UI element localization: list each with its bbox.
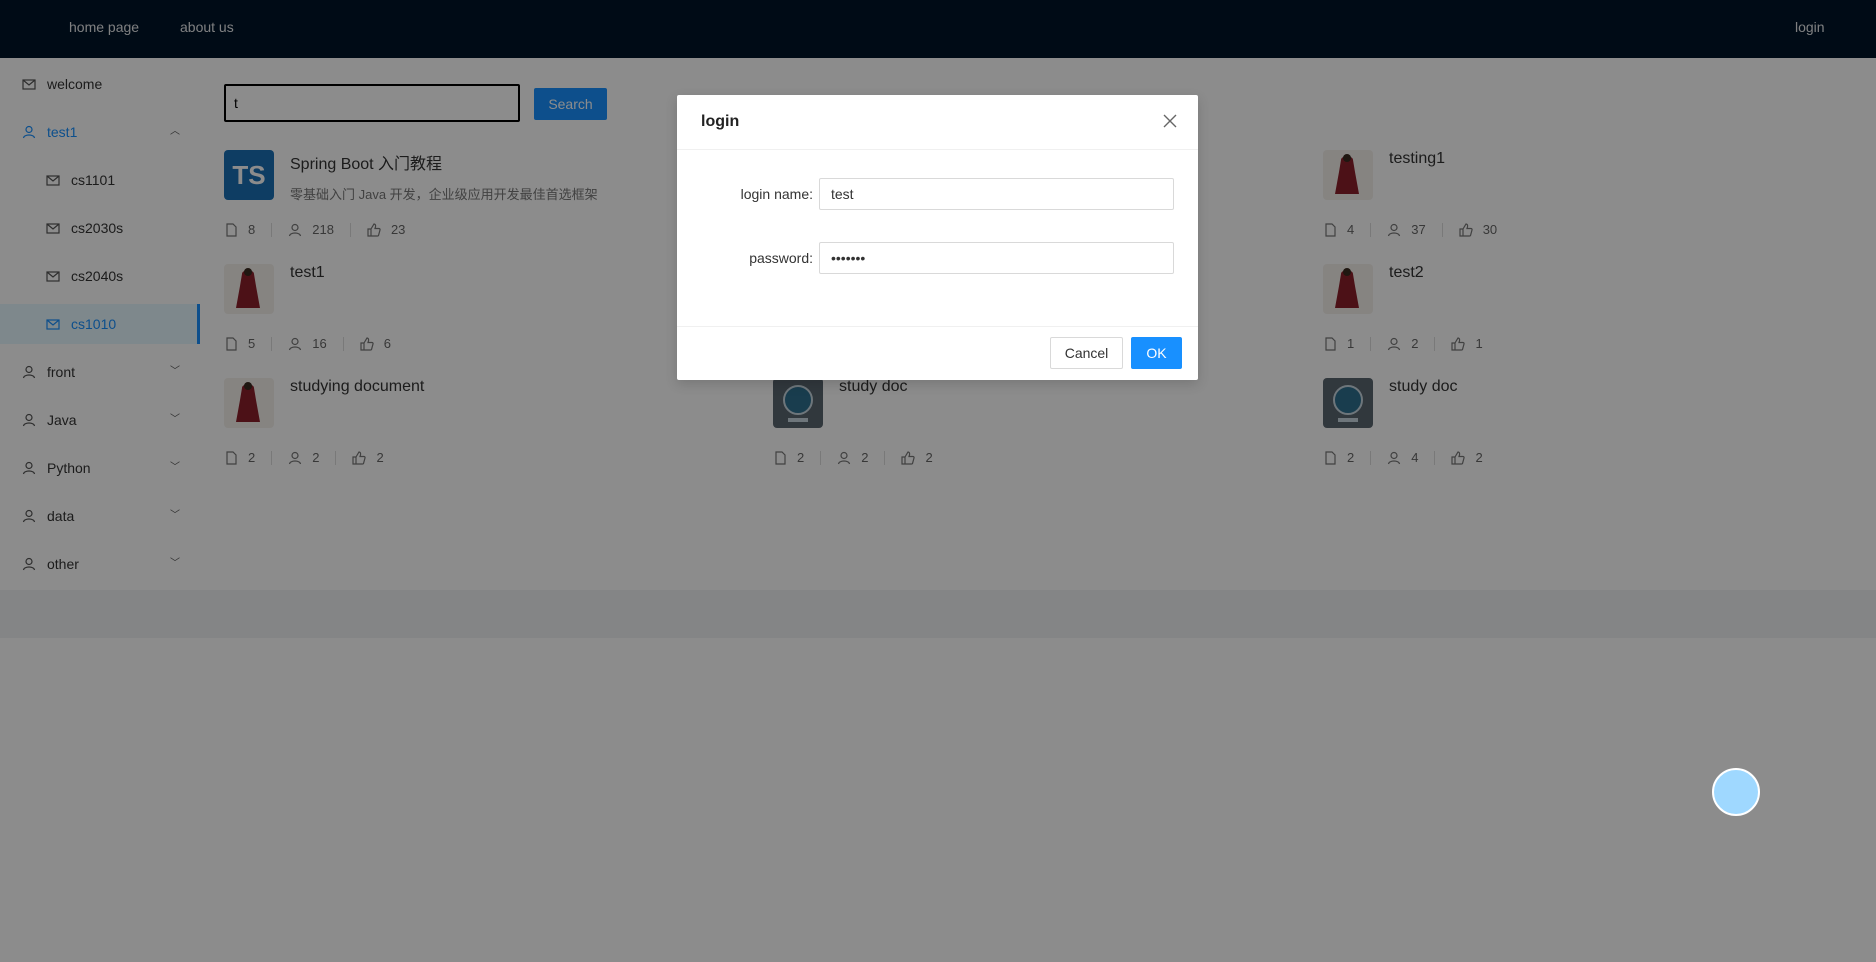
modal-header: login: [677, 95, 1198, 150]
floating-assistant-button[interactable]: [1712, 768, 1760, 816]
modal-footer: Cancel OK: [677, 326, 1198, 381]
login-name-label: login name:: [740, 186, 813, 202]
cancel-button[interactable]: Cancel: [1050, 337, 1123, 369]
login-name-input[interactable]: [819, 178, 1174, 210]
close-icon[interactable]: [1162, 113, 1178, 129]
ok-button[interactable]: OK: [1131, 337, 1182, 369]
password-input[interactable]: [819, 242, 1174, 274]
login-modal: login login name: password: Cancel OK: [677, 95, 1198, 380]
password-label: password:: [749, 250, 813, 266]
modal-title: login: [701, 113, 740, 130]
